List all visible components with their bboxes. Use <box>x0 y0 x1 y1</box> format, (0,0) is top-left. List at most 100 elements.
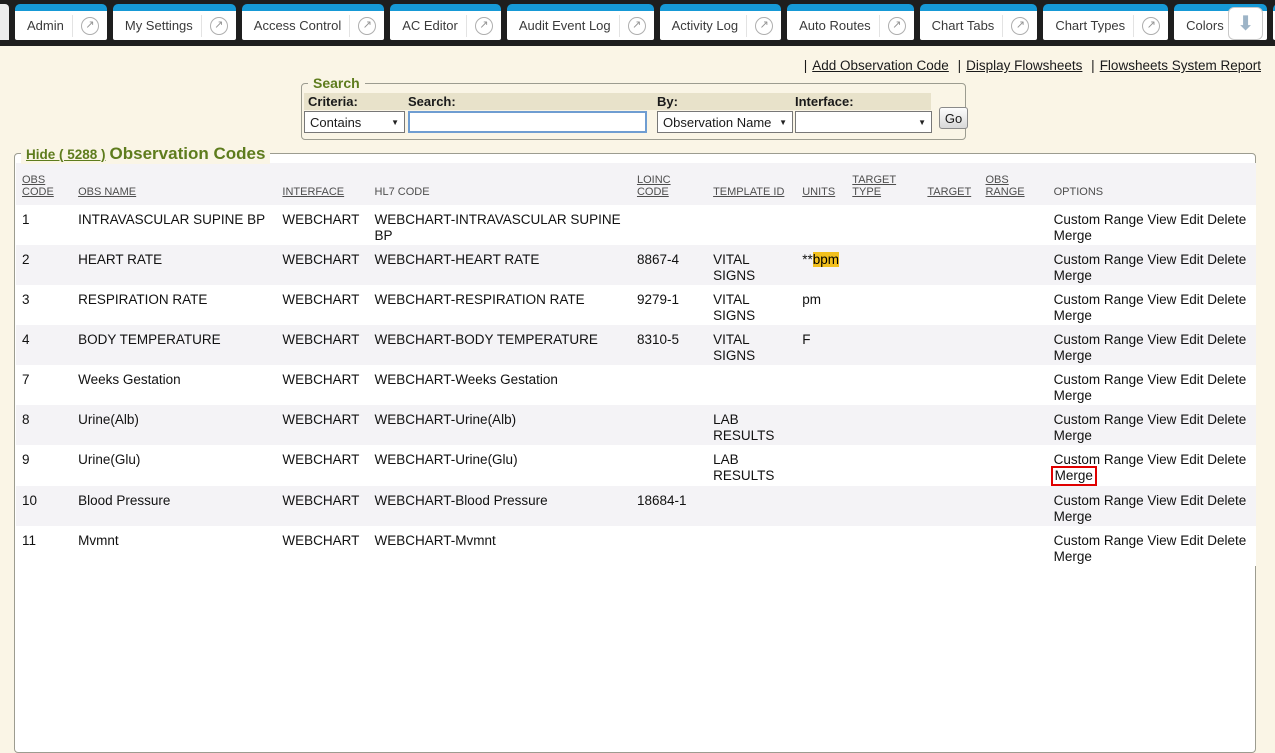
option-delete-link[interactable]: Delete <box>1207 372 1246 387</box>
option-edit-link[interactable]: Edit <box>1180 292 1203 307</box>
cell-hl7: WEBCHART-HEART RATE <box>369 245 631 285</box>
sort-link-template[interactable]: TEMPLATE ID <box>713 186 784 198</box>
option-merge-link[interactable]: Merge <box>1054 228 1092 243</box>
tab-open-new-window[interactable]: ↗ <box>201 15 236 37</box>
column-header-target: TARGET <box>921 163 979 205</box>
option-delete-link[interactable]: Delete <box>1207 252 1246 267</box>
option-merge-link[interactable]: Merge <box>1055 468 1093 483</box>
cell-options: Custom Range View Edit Delete Merge <box>1048 325 1256 365</box>
tab-auto-routes[interactable]: Auto Routes ↗ <box>787 4 914 40</box>
tab-open-new-window[interactable]: ↗ <box>72 15 107 37</box>
option-view-link[interactable]: View <box>1147 533 1176 548</box>
option-merge-link[interactable]: Merge <box>1054 348 1092 363</box>
option-merge-link[interactable]: Merge <box>1054 268 1092 283</box>
cell-target <box>921 526 979 566</box>
option-view-link[interactable]: View <box>1147 332 1176 347</box>
sort-link-target_type[interactable]: TARGET TYPE <box>852 174 904 198</box>
option-custom-range-link[interactable]: Custom Range <box>1054 533 1144 548</box>
dropdown-arrow-icon: ▼ <box>913 118 931 127</box>
flowsheets-system-report-link[interactable]: Flowsheets System Report <box>1100 58 1261 73</box>
option-custom-range-link[interactable]: Custom Range <box>1054 332 1144 347</box>
add-observation-code-link[interactable]: Add Observation Code <box>812 58 949 73</box>
option-edit-link[interactable]: Edit <box>1180 332 1203 347</box>
tab-my-settings[interactable]: My Settings ↗ <box>113 4 236 40</box>
cell-text-name: Weeks Gestation <box>78 372 181 387</box>
sort-link-obs_range[interactable]: OBS RANGE <box>985 174 1031 198</box>
option-edit-link[interactable]: Edit <box>1180 372 1203 387</box>
tab-admin[interactable]: Admin ↗ <box>15 4 107 40</box>
option-merge-link[interactable]: Merge <box>1054 308 1092 323</box>
cell-text-template: LAB RESULTS <box>713 452 771 484</box>
cell-loinc <box>631 365 707 405</box>
cell-units <box>796 445 846 486</box>
option-edit-link[interactable]: Edit <box>1180 212 1203 227</box>
option-view-link[interactable]: View <box>1147 452 1176 467</box>
tab-activity-log[interactable]: Activity Log ↗ <box>660 4 781 40</box>
option-custom-range-link[interactable]: Custom Range <box>1054 412 1144 427</box>
cell-text-interface: WEBCHART <box>282 412 359 427</box>
search-input[interactable] <box>408 111 647 133</box>
cell-text-code: 10 <box>22 493 37 508</box>
cell-text-interface: WEBCHART <box>282 252 359 267</box>
option-delete-link[interactable]: Delete <box>1207 292 1246 307</box>
sort-link-interface[interactable]: INTERFACE <box>282 186 344 198</box>
tab-open-new-window[interactable]: ↗ <box>349 15 384 37</box>
sort-link-name[interactable]: OBS NAME <box>78 186 136 198</box>
option-custom-range-link[interactable]: Custom Range <box>1054 372 1144 387</box>
sort-link-target[interactable]: TARGET <box>927 186 971 198</box>
go-button[interactable]: Go <box>939 107 968 129</box>
sort-link-code[interactable]: OBS CODE <box>22 174 54 198</box>
option-view-link[interactable]: View <box>1147 212 1176 227</box>
option-view-link[interactable]: View <box>1147 252 1176 267</box>
tab-ac-editor[interactable]: AC Editor ↗ <box>390 4 501 40</box>
option-delete-link[interactable]: Delete <box>1207 452 1246 467</box>
cell-target <box>921 285 979 325</box>
option-custom-range-link[interactable]: Custom Range <box>1054 212 1144 227</box>
option-custom-range-link[interactable]: Custom Range <box>1054 252 1144 267</box>
option-merge-link[interactable]: Merge <box>1054 509 1092 524</box>
option-delete-link[interactable]: Delete <box>1207 493 1246 508</box>
tab-open-new-window[interactable]: ↗ <box>1133 15 1168 37</box>
interface-select[interactable]: ▼ <box>795 111 932 133</box>
tab-open-new-window[interactable]: ↗ <box>1002 15 1037 37</box>
column-header-obs_range: OBS RANGE <box>979 163 1047 205</box>
option-merge-link[interactable]: Merge <box>1054 388 1092 403</box>
tab-open-new-window[interactable]: ↗ <box>879 15 914 37</box>
by-select[interactable]: Observation Name ▼ <box>657 111 793 133</box>
tab-overflow-button[interactable]: ⬇ <box>1228 7 1263 40</box>
tab-access-control[interactable]: Access Control ↗ <box>242 4 384 40</box>
option-view-link[interactable]: View <box>1147 372 1176 387</box>
option-delete-link[interactable]: Delete <box>1207 332 1246 347</box>
sort-link-loinc[interactable]: LOINC CODE <box>637 174 679 198</box>
sort-link-units[interactable]: UNITS <box>802 186 835 198</box>
cell-text-loinc: 18684-1 <box>637 493 687 508</box>
option-delete-link[interactable]: Delete <box>1207 212 1246 227</box>
option-merge-link[interactable]: Merge <box>1054 428 1092 443</box>
tab-audit-event-log[interactable]: Audit Event Log ↗ <box>507 4 654 40</box>
option-delete-link[interactable]: Delete <box>1207 533 1246 548</box>
criteria-select[interactable]: Contains ▼ <box>304 111 405 133</box>
option-edit-link[interactable]: Edit <box>1180 533 1203 548</box>
down-arrow-icon: ⬇ <box>1237 14 1254 34</box>
tab-open-new-window[interactable]: ↗ <box>466 15 501 37</box>
option-delete-link[interactable]: Delete <box>1207 412 1246 427</box>
hide-count-link[interactable]: Hide ( 5288 ) <box>26 147 106 162</box>
open-in-new-icon: ↗ <box>755 17 773 35</box>
option-custom-range-link[interactable]: Custom Range <box>1054 292 1144 307</box>
option-custom-range-link[interactable]: Custom Range <box>1054 452 1144 467</box>
cell-text-hl7: WEBCHART-HEART RATE <box>375 252 540 267</box>
option-view-link[interactable]: View <box>1147 493 1176 508</box>
option-view-link[interactable]: View <box>1147 292 1176 307</box>
option-edit-link[interactable]: Edit <box>1180 412 1203 427</box>
display-flowsheets-link[interactable]: Display Flowsheets <box>966 58 1082 73</box>
tab-open-new-window[interactable]: ↗ <box>619 15 654 37</box>
option-edit-link[interactable]: Edit <box>1180 452 1203 467</box>
option-edit-link[interactable]: Edit <box>1180 252 1203 267</box>
tab-chart-types[interactable]: Chart Types ↗ <box>1043 4 1168 40</box>
tab-chart-tabs[interactable]: Chart Tabs ↗ <box>920 4 1038 40</box>
option-view-link[interactable]: View <box>1147 412 1176 427</box>
option-edit-link[interactable]: Edit <box>1180 493 1203 508</box>
option-custom-range-link[interactable]: Custom Range <box>1054 493 1144 508</box>
tab-open-new-window[interactable]: ↗ <box>746 15 781 37</box>
cell-template <box>707 526 796 566</box>
